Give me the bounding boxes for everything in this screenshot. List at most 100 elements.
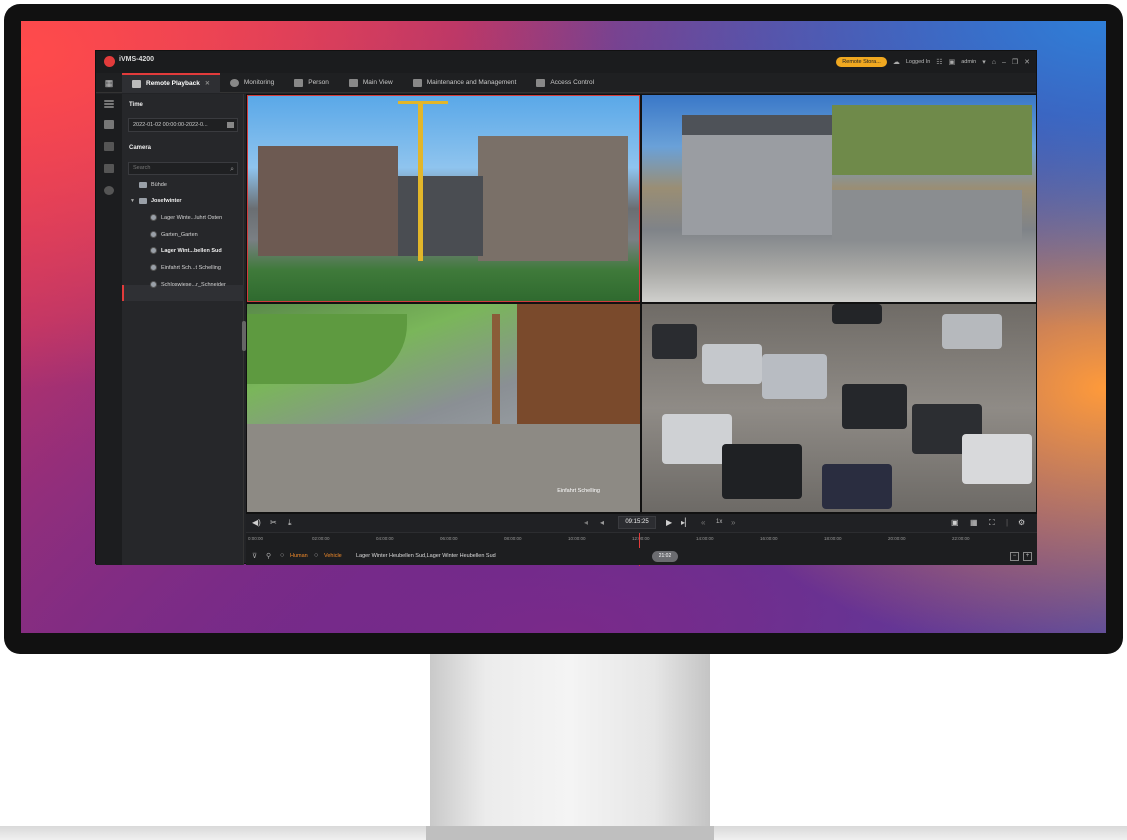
folder-icon [139,182,147,188]
playback-icon [132,79,141,88]
search-placeholder: Search [133,165,151,171]
timeline[interactable]: 0:00:00 02:00:00 04:00:00 06:00:00 08:00… [246,532,1037,566]
video-tile-entrance[interactable]: Einfahrt Schelling [247,304,640,512]
tab-label: Main View [362,79,393,86]
tree-camera-item[interactable]: Einfahrt Sch...t Schelling [150,264,221,271]
hamburger-icon[interactable] [104,100,114,102]
folder-icon [138,198,147,204]
tab-person[interactable]: Person [284,73,339,93]
clip-icon[interactable]: ✂ [270,518,277,527]
selected-row-indicator [122,285,124,301]
minimize-icon[interactable]: – [1002,59,1006,66]
fullscreen-icon[interactable]: ⛶ [989,518,995,528]
calendar-icon[interactable] [227,122,234,128]
list-view-icon[interactable] [104,142,114,151]
current-time-display[interactable]: 09:15:25 [618,516,656,529]
tree-camera-item[interactable]: Garten_Garten [150,231,198,238]
timeline-time-pill[interactable]: 21:02 [652,551,678,562]
hedge-shape [247,314,407,384]
filter-icon[interactable]: ⊽ [252,552,257,560]
user-menu[interactable]: admin [961,59,976,65]
maintenance-icon [412,78,422,87]
pavement-shape [247,424,640,512]
person-icon [294,78,304,87]
tree-group-buhde[interactable]: Bühde [139,182,167,188]
settings-gear-icon[interactable]: ⚙ [1018,518,1025,527]
volume-icon[interactable]: ◀) [252,518,261,527]
tab-label: Person [308,79,329,86]
monitor-stand [430,654,710,826]
fast-icon[interactable]: » [731,518,735,527]
tab-access-control[interactable]: Access Control [526,73,604,93]
vehicle-checkbox-icon[interactable]: ○ [314,552,318,559]
tab-close-icon[interactable]: ✕ [205,80,210,87]
event-icon[interactable] [104,164,114,173]
tree-camera-item[interactable]: Lager Winte...luhrt Osten [150,214,222,221]
tab-label: Monitoring [243,79,275,86]
tree-camera-item-selected[interactable]: Lager Wint...bellen Sud [150,247,222,254]
tab-main-view[interactable]: Main View [339,73,403,93]
zoom-out-button[interactable]: − [1010,552,1019,561]
timeline-tick: 20:00:00 [888,536,906,541]
tree-label: Garten_Garten [161,231,198,238]
time-range-value: 2022-01-02 00:00:00-2022-0... [133,122,208,128]
tree-label: Schloswiese...r_Schneider [161,281,226,288]
close-icon[interactable]: ✕ [1024,58,1030,66]
app-window: iVMS-4200 Remote Stora... ☁ Logged In ☷ … [95,50,1037,566]
login-status[interactable]: Logged In [906,59,930,65]
timeline-tick: 18:00:00 [824,536,842,541]
car-shape [722,444,802,499]
window-split-icon[interactable]: ▣ [951,518,959,527]
speed-value: 1x [716,519,723,525]
step-back-icon[interactable]: ◂ [600,518,604,527]
face-icon[interactable] [104,186,114,195]
video-tile-parking[interactable] [642,304,1036,512]
resource-panel: Time 2022-01-02 00:00:00-2022-0... Camer… [122,94,244,565]
tab-remote-playback[interactable]: Remote Playback ✕ [122,72,220,93]
next-frame-icon[interactable]: ▸▏ [681,518,691,527]
zoom-in-button[interactable]: + [1023,552,1032,561]
dropdown-icon[interactable]: ▾ [982,58,986,66]
restore-icon[interactable]: ❐ [1012,58,1018,66]
human-checkbox-icon[interactable]: ○ [280,552,284,559]
time-range-field[interactable]: 2022-01-02 00:00:00-2022-0... [128,118,238,132]
timeline-tick: 16:00:00 [760,536,778,541]
search-icon[interactable]: ⌕ [230,164,234,175]
video-icon[interactable] [104,120,114,129]
building-shape [832,190,1022,240]
camera-search-input[interactable]: Search ⌕ [128,162,238,175]
video-tile-construction[interactable] [247,95,640,302]
car-shape [942,314,1002,349]
tab-maintenance[interactable]: Maintenance and Management [403,73,527,93]
menu-grid-icon[interactable]: ▦ [96,73,122,93]
crane-shape [398,101,448,104]
crane-shape [418,101,423,261]
list-icon[interactable]: ☷ [936,58,942,66]
timeline-tick: 02:00:00 [312,536,330,541]
download-icon[interactable]: ⤓ [288,518,292,528]
human-filter[interactable]: Human [290,553,308,559]
app-title: iVMS-4200 [119,56,155,63]
car-shape [702,344,762,384]
window-icon[interactable]: ▣ [949,58,956,66]
vehicle-filter[interactable]: Vehicle [324,553,342,559]
play-icon[interactable]: ▶ [666,518,672,527]
tree-group-josefwinter[interactable]: ▼ Josefwinter [130,198,182,204]
slow-icon[interactable]: « [701,518,705,527]
tree-label: Lager Winte...luhrt Osten [161,214,223,221]
grid-layout-icon[interactable]: ▦ [970,518,978,527]
car-shape [762,354,827,399]
main-view-icon [348,78,358,87]
tree-structure-icon[interactable]: ⚲ [266,552,271,560]
tab-label: Access Control [550,79,595,86]
camera-label: Camera [129,145,152,151]
timeline-tick: 08:00:00 [504,536,522,541]
video-tile-house[interactable] [642,95,1036,302]
tab-monitoring[interactable]: Monitoring [220,73,284,93]
expand-arrow-icon[interactable]: ▼ [130,198,135,204]
alarm-button[interactable]: Remote Stora... [836,57,887,67]
tree-camera-item[interactable]: Schloswiese...r_Schneider [150,281,226,288]
lock-icon[interactable]: ⌂ [992,59,996,66]
prev-frame-icon[interactable]: ◂ [584,518,588,527]
building-shape [258,146,398,256]
